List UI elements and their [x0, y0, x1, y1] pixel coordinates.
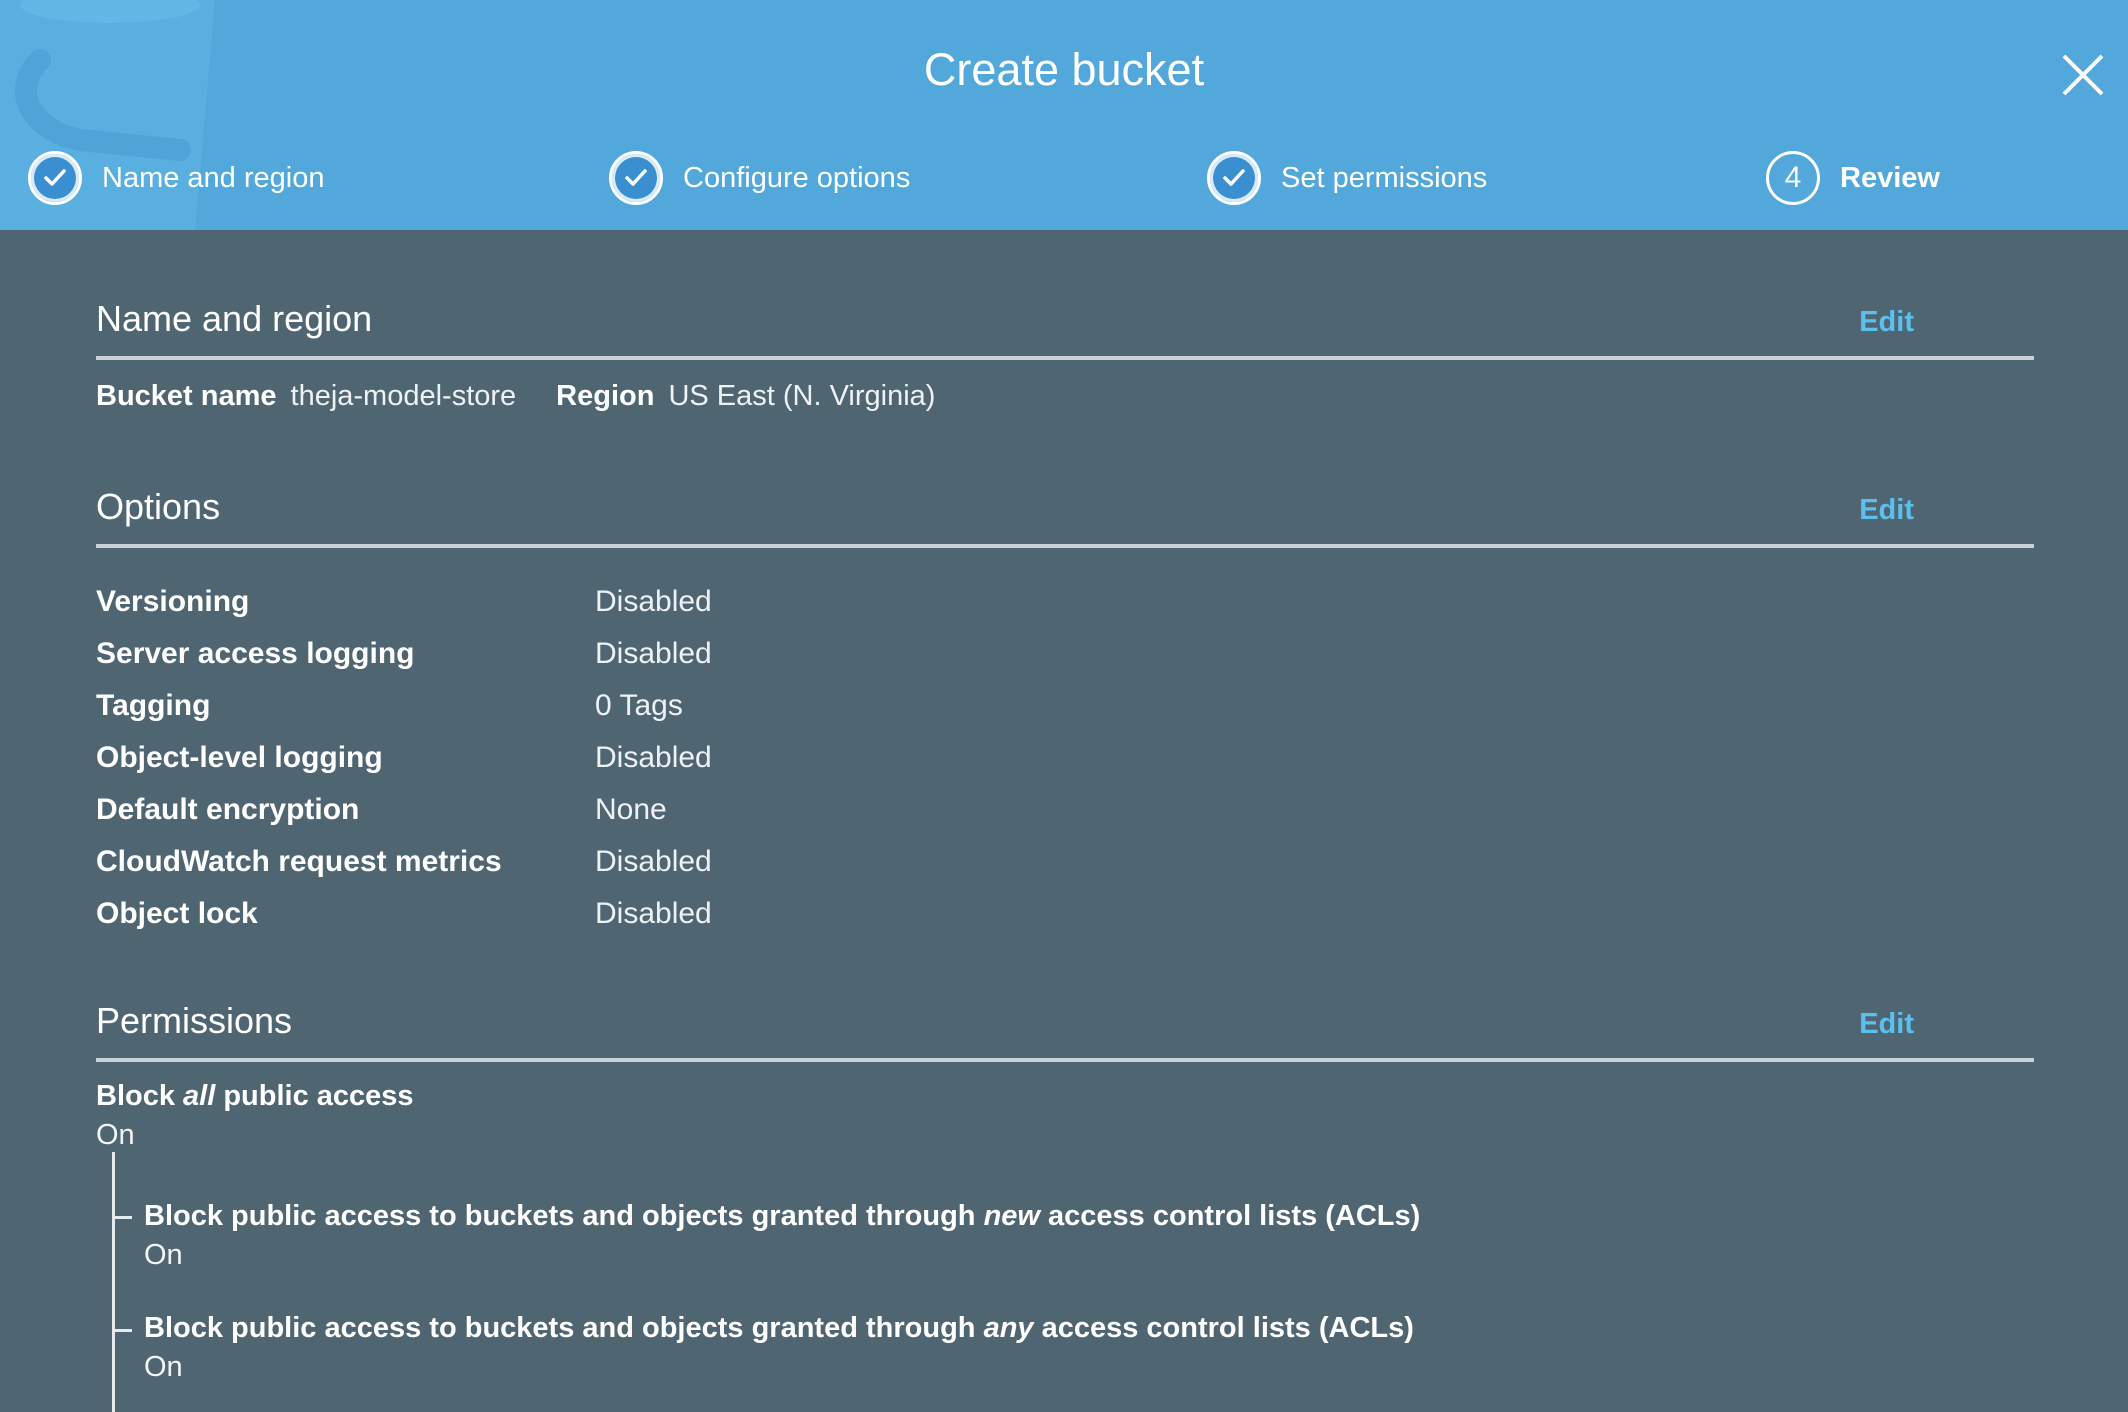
- region-value: US East (N. Virginia): [668, 380, 936, 412]
- tree-branch: [112, 1329, 132, 1332]
- close-icon[interactable]: [2060, 52, 2106, 98]
- option-label: Server access logging: [96, 637, 415, 670]
- edit-name-region-link[interactable]: Edit: [1859, 306, 1914, 339]
- step-number-badge: 4: [1766, 151, 1820, 205]
- check-circle-icon: [1207, 151, 1261, 205]
- permission-value: On: [144, 1239, 183, 1271]
- permission-label: Block public access to buckets and objec…: [144, 1312, 1414, 1345]
- permission-label-emphasis: new: [983, 1200, 1040, 1232]
- step-label: Set permissions: [1281, 161, 1488, 194]
- section-title: Permissions: [96, 1000, 293, 1041]
- permission-value: On: [144, 1351, 183, 1383]
- permission-label: Block all public access: [96, 1080, 414, 1113]
- permission-label-text: Block public access to buckets and objec…: [144, 1200, 984, 1232]
- step-configure-options[interactable]: Configure options: [609, 148, 910, 208]
- option-row: Default encryption None: [96, 793, 1096, 845]
- step-label: Review: [1840, 161, 1940, 194]
- step-label: Configure options: [683, 161, 911, 194]
- option-value: Disabled: [595, 585, 712, 618]
- option-label: Default encryption: [96, 793, 360, 826]
- edit-permissions-link[interactable]: Edit: [1859, 1008, 1914, 1041]
- permission-label-text: access control lists (ACLs): [1039, 1200, 1421, 1232]
- tree-branch: [112, 1216, 132, 1219]
- section-header-options: Options Edit: [96, 486, 2034, 548]
- option-row: Server access logging Disabled: [96, 637, 1096, 689]
- bucket-name-label: Bucket name: [96, 380, 277, 412]
- permission-value: On: [96, 1119, 135, 1151]
- block-all-public-access: Block all public access On: [96, 1080, 414, 1152]
- section-header-permissions: Permissions Edit: [96, 1000, 2034, 1062]
- bucket-name-value: theja-model-store: [290, 380, 517, 412]
- option-label: Tagging: [96, 689, 211, 722]
- permission-label-text: Block public access to buckets and objec…: [144, 1312, 984, 1344]
- permission-label: Block public access to buckets and objec…: [144, 1200, 1420, 1233]
- step-label: Name and region: [102, 161, 325, 194]
- option-label: Object lock: [96, 897, 258, 930]
- option-row: Tagging 0 Tags: [96, 689, 1096, 741]
- option-label: Versioning: [96, 585, 250, 618]
- check-circle-icon: [609, 151, 663, 205]
- step-review[interactable]: 4 Review: [1766, 148, 1940, 208]
- option-value: 0 Tags: [595, 689, 683, 722]
- step-set-permissions[interactable]: Set permissions: [1207, 148, 1487, 208]
- option-row: Object lock Disabled: [96, 897, 1096, 949]
- step-name-and-region[interactable]: Name and region: [28, 148, 324, 208]
- option-value: Disabled: [595, 637, 712, 670]
- edit-options-link[interactable]: Edit: [1859, 494, 1914, 527]
- bucket-summary: Bucket name theja-model-store Region US Eas…: [96, 380, 935, 413]
- option-row: CloudWatch request metrics Disabled: [96, 845, 1096, 897]
- section-title: Options: [96, 486, 221, 527]
- option-value: Disabled: [595, 845, 712, 878]
- option-value: None: [595, 793, 667, 826]
- dialog-title: Create bucket: [923, 44, 1205, 95]
- tree-connector: [112, 1152, 115, 1412]
- section-title: Name and region: [96, 298, 373, 339]
- option-value: Disabled: [595, 897, 712, 930]
- section-header-name-and-region: Name and region Edit: [96, 298, 2034, 360]
- permission-label-text: Block: [96, 1080, 184, 1112]
- permission-label-emphasis: all: [183, 1080, 216, 1112]
- option-value: Disabled: [595, 741, 712, 774]
- permission-label-text: public access: [215, 1080, 414, 1112]
- wizard-header: Create bucket Name and region Configure …: [0, 0, 2128, 230]
- option-label: Object-level logging: [96, 741, 383, 774]
- block-new-acls: Block public access to buckets and objec…: [144, 1200, 1420, 1272]
- option-row: Versioning Disabled: [96, 585, 1096, 637]
- option-label: CloudWatch request metrics: [96, 845, 502, 878]
- block-any-acls: Block public access to buckets and objec…: [144, 1312, 1414, 1384]
- check-circle-icon: [28, 151, 82, 205]
- option-row: Object-level logging Disabled: [96, 741, 1096, 793]
- region-label: Region: [556, 380, 655, 412]
- permission-label-emphasis: any: [983, 1312, 1034, 1344]
- permission-label-text: access control lists (ACLs): [1033, 1312, 1414, 1344]
